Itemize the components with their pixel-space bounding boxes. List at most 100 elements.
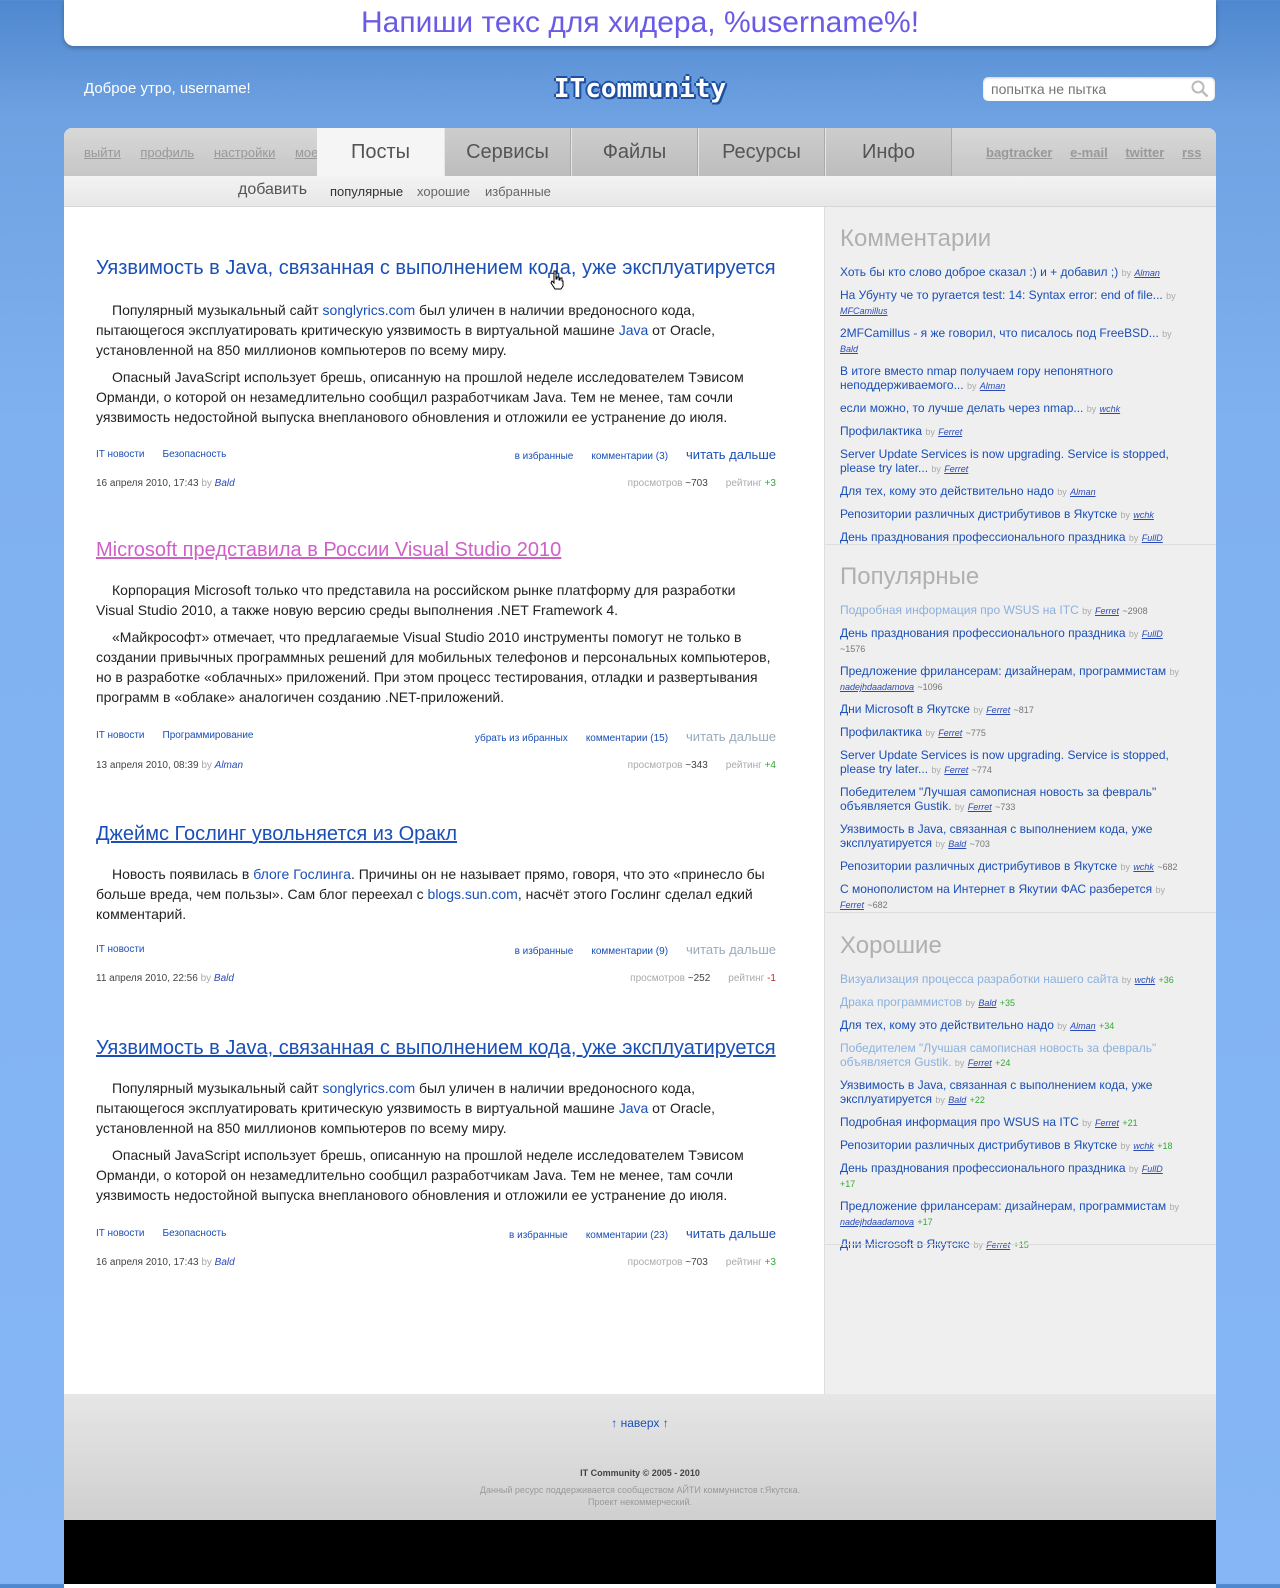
author-link[interactable]: Ferret — [938, 427, 962, 437]
sidebar-item-link[interactable]: Подробная информация про WSUS на ITC — [840, 603, 1079, 617]
author-link[interactable]: Bald — [948, 839, 966, 849]
post-title[interactable]: Уязвимость в Java, связанная с выполнени… — [96, 257, 776, 280]
sidebar-item-link[interactable]: Дни Microsoft в Якутске — [840, 702, 970, 716]
sidebar-item-link[interactable]: Хоть бы кто слово доброе сказал :) и + д… — [840, 265, 1118, 279]
sidebar-item-link[interactable]: Репозитории различных дистрибутивов в Як… — [840, 859, 1117, 873]
post-title[interactable]: Уязвимость в Java, связанная с выполнени… — [96, 1037, 776, 1060]
author-link[interactable]: Ferret — [944, 464, 968, 474]
comments-link[interactable]: комментарии (15) — [586, 733, 668, 744]
author-link[interactable]: Ferret — [1095, 606, 1119, 616]
site-logo[interactable]: ITcommunity — [540, 74, 740, 104]
subnav-add-link[interactable]: добавить — [238, 181, 307, 199]
author-link[interactable]: Ferret — [944, 765, 968, 775]
author-link[interactable]: Alman — [1070, 1021, 1096, 1031]
nav-rss-link[interactable]: rss — [1182, 145, 1202, 160]
author-link[interactable]: MFCamillus — [840, 306, 888, 316]
tag-link[interactable]: IT новости — [96, 1228, 145, 1239]
tab-files[interactable]: Файлы — [571, 128, 698, 176]
post-title[interactable]: Microsoft представила в России Visual St… — [96, 539, 776, 562]
author-link[interactable]: Ferret — [968, 802, 992, 812]
author-link[interactable]: Alman — [1070, 487, 1096, 497]
author-link[interactable]: wchk — [1135, 975, 1156, 985]
author-link[interactable]: Ferret — [938, 728, 962, 738]
post-title[interactable]: Джеймс Гослинг увольняется из Оракл — [96, 823, 776, 846]
author-link[interactable]: Alman — [215, 760, 243, 771]
author-link[interactable]: Bald — [978, 998, 996, 1008]
sidebar-item-link[interactable]: Репозитории различных дистрибутивов в Як… — [840, 507, 1117, 521]
nav-mine-link[interactable]: мое — [295, 145, 318, 160]
subnav-good-link[interactable]: хорошие — [417, 184, 470, 199]
nav-email-link[interactable]: e-mail — [1070, 145, 1108, 160]
favorite-link[interactable]: убрать из ибранных — [475, 733, 568, 744]
sidebar-item-link[interactable]: если можно, то лучше делать через nmap..… — [840, 401, 1083, 415]
read-more-link[interactable]: читать дальше — [686, 1226, 776, 1241]
tab-services[interactable]: Сервисы — [444, 128, 571, 176]
tag-link[interactable]: IT новости — [96, 944, 145, 955]
read-more-link[interactable]: читать дальше — [686, 942, 776, 957]
author-link[interactable]: Ferret — [986, 705, 1010, 715]
sidebar-item-link[interactable]: Профилактика — [840, 424, 922, 438]
sidebar-item-link[interactable]: Профилактика — [840, 725, 922, 739]
nav-logout-link[interactable]: выйти — [84, 145, 121, 160]
search-input[interactable] — [983, 77, 1181, 101]
tag-link[interactable]: Безопасность — [163, 1228, 227, 1239]
author-link[interactable]: Alman — [980, 381, 1006, 391]
author-link[interactable]: Ferret — [986, 1240, 1010, 1250]
search-icon[interactable] — [1191, 80, 1209, 98]
sidebar-item-link[interactable]: Уязвимость в Java, связанная с выполнени… — [840, 1078, 1152, 1106]
post-link[interactable]: Java — [619, 322, 652, 338]
nav-twitter-link[interactable]: twitter — [1125, 145, 1164, 160]
sidebar-item-link[interactable]: Предложение фрилансерам: дизайнерам, про… — [840, 664, 1166, 678]
author-link[interactable]: Ferret — [968, 1058, 992, 1068]
sidebar-item-link[interactable]: День празднования профессионального праз… — [840, 626, 1126, 640]
post-link[interactable]: blogs.sun.com — [428, 886, 518, 902]
author-link[interactable]: nadejhdaadamova — [840, 1217, 914, 1227]
tag-link[interactable]: IT новости — [96, 730, 145, 741]
tab-posts[interactable]: Посты — [317, 128, 444, 176]
author-link[interactable]: wchk — [1100, 404, 1121, 414]
sidebar-item-link[interactable]: Server Update Services is now upgrading.… — [840, 748, 1169, 776]
post-link[interactable]: Java — [619, 1100, 652, 1116]
sidebar-item-link[interactable]: Драка программистов — [840, 995, 962, 1009]
author-link[interactable]: Ferret — [1095, 1118, 1119, 1128]
nav-bagtracker-link[interactable]: bagtracker — [986, 145, 1052, 160]
sidebar-item-link[interactable]: Предложение фрилансерам: дизайнерам, про… — [840, 1199, 1166, 1213]
author-link[interactable]: nadejhdaadamova — [840, 682, 914, 692]
sidebar-item-link[interactable]: Подробная информация про WSUS на ITC — [840, 1115, 1079, 1129]
comments-link[interactable]: комментарии (9) — [591, 946, 668, 957]
subnav-favorites-link[interactable]: избранные — [485, 184, 551, 199]
author-link[interactable]: FullD — [1142, 1164, 1163, 1174]
author-link[interactable]: Bald — [214, 973, 234, 984]
favorite-link[interactable]: в избранные — [509, 1230, 568, 1241]
author-link[interactable]: Bald — [948, 1095, 966, 1105]
nav-settings-link[interactable]: настройки — [214, 145, 276, 160]
sidebar-item-link[interactable]: В итоге вместо nmap получаем гору непоня… — [840, 364, 1113, 392]
tab-resources[interactable]: Ресурсы — [698, 128, 825, 176]
back-to-top-link[interactable]: ↑ наверх ↑ — [611, 1416, 668, 1430]
sidebar-item-link[interactable]: Для тех, кому это действительно надо — [840, 1018, 1054, 1032]
author-link[interactable]: Alman — [1134, 268, 1160, 278]
comments-link[interactable]: комментарии (3) — [591, 451, 668, 462]
author-link[interactable]: FullD — [1142, 533, 1163, 543]
read-more-link[interactable]: читать дальше — [686, 447, 776, 462]
author-link[interactable]: Bald — [215, 478, 235, 489]
sidebar-item-link[interactable]: День празднования профессионального праз… — [840, 1161, 1126, 1175]
favorite-link[interactable]: в избранные — [515, 946, 574, 957]
sidebar-item-link[interactable]: 2MFCamillus - я же говорил, что писалось… — [840, 326, 1159, 340]
author-link[interactable]: Bald — [840, 344, 858, 354]
post-link[interactable]: songlyrics.com — [323, 1080, 416, 1096]
sidebar-item-link[interactable]: Визуализация процесса разработки нашего … — [840, 972, 1118, 986]
tag-link[interactable]: Программирование — [163, 730, 254, 741]
tab-info[interactable]: Инфо — [825, 128, 952, 176]
sidebar-item-link[interactable]: Репозитории различных дистрибутивов в Як… — [840, 1138, 1117, 1152]
author-link[interactable]: Ferret — [840, 900, 864, 910]
favorite-link[interactable]: в избранные — [515, 451, 574, 462]
post-link[interactable]: songlyrics.com — [323, 302, 416, 318]
author-link[interactable]: wchk — [1133, 510, 1154, 520]
comments-link[interactable]: комментарии (23) — [586, 1230, 668, 1241]
post-link[interactable]: блоге Гослинга — [253, 866, 351, 882]
read-more-link[interactable]: читать дальше — [686, 729, 776, 744]
sidebar-item-link[interactable]: С монополистом на Интернет в Якутии ФАС … — [840, 882, 1152, 896]
tag-link[interactable]: IT новости — [96, 449, 145, 460]
subnav-popular[interactable]: популярные — [330, 184, 403, 199]
